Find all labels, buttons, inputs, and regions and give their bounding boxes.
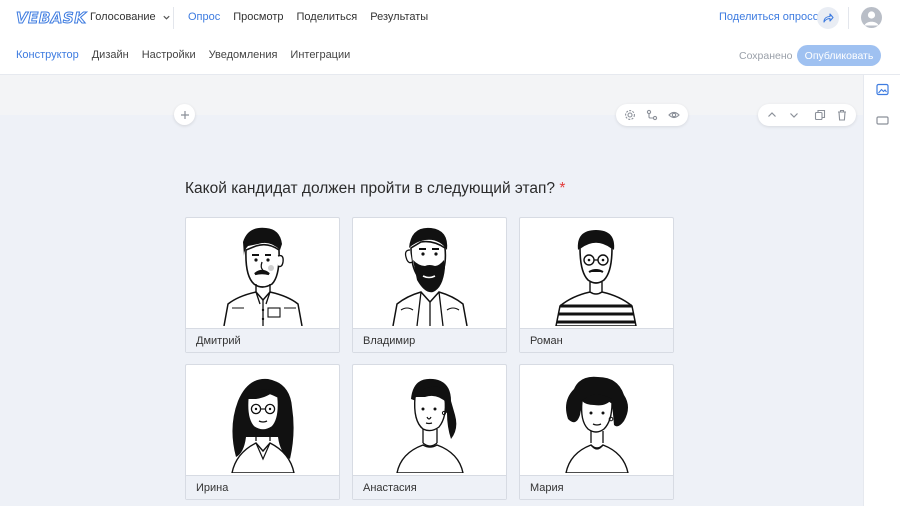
publish-button[interactable]: Опубликовать (797, 45, 881, 66)
question-tools (616, 104, 688, 126)
block-layout-icon[interactable] (876, 114, 889, 127)
option-label: Анастасия (353, 475, 506, 499)
required-mark: * (559, 180, 566, 197)
project-dropdown[interactable]: Голосование (90, 11, 171, 23)
bearded-man-illustration (377, 220, 483, 326)
share-arrow-icon (823, 13, 834, 23)
question-text: Какой кандидат должен пройти в следующий… (185, 180, 556, 197)
user-avatar-icon[interactable] (861, 7, 882, 28)
woman-long-hair-glasses-illustration (210, 367, 316, 473)
logic-icon[interactable] (644, 107, 660, 123)
tab-settings[interactable]: Настройки (142, 49, 196, 61)
nav-tab-results[interactable]: Результаты (370, 11, 428, 23)
nav-tab-preview[interactable]: Просмотр (233, 11, 283, 23)
divider (173, 7, 174, 29)
duplicate-icon[interactable] (812, 107, 828, 123)
nav-tab-share[interactable]: Поделиться (297, 11, 358, 23)
share-survey-link[interactable]: Поделиться опросом (719, 11, 826, 23)
man-with-glasses-striped-shirt-illustration (544, 220, 650, 326)
woman-curly-hair-illustration (544, 367, 650, 473)
page-header-band (0, 75, 863, 115)
tab-constructor[interactable]: Конструктор (16, 49, 79, 61)
tab-notifications[interactable]: Уведомления (209, 49, 278, 61)
option-card[interactable]: Ирина (185, 364, 340, 500)
option-card[interactable]: Роман (519, 217, 674, 353)
chevron-up-icon[interactable] (764, 107, 780, 123)
option-card[interactable]: Дмитрий (185, 217, 340, 353)
saved-status: Сохранено (739, 50, 793, 62)
gear-icon[interactable] (622, 107, 638, 123)
block-tools (758, 104, 856, 126)
chevron-down-icon[interactable] (786, 107, 802, 123)
top-bar: VEBASK Голосование Опрос Просмотр Подели… (0, 0, 900, 36)
right-rail (863, 75, 900, 506)
divider (848, 7, 849, 29)
option-card[interactable]: Анастасия (352, 364, 507, 500)
chevron-down-icon (163, 15, 170, 20)
option-card[interactable]: Мария (519, 364, 674, 500)
app-logo[interactable]: VEBASK (15, 9, 86, 28)
trash-icon[interactable] (834, 107, 850, 123)
man-with-mustache-illustration (210, 220, 316, 326)
image-settings-icon[interactable] (876, 83, 889, 96)
editor-toolbar: Конструктор Дизайн Настройки Уведомления… (0, 36, 900, 75)
project-name: Голосование (90, 11, 156, 23)
plus-icon (180, 110, 189, 119)
main-nav: Опрос Просмотр Поделиться Результаты (188, 11, 428, 23)
option-label: Дмитрий (186, 328, 339, 352)
option-label: Владимир (353, 328, 506, 352)
nav-tab-survey[interactable]: Опрос (188, 11, 220, 23)
woman-ponytail-illustration (377, 367, 483, 473)
eye-icon[interactable] (666, 107, 682, 123)
option-card[interactable]: Владимир (352, 217, 507, 353)
option-label: Мария (520, 475, 673, 499)
add-question-button[interactable] (174, 104, 195, 125)
question-title[interactable]: Какой кандидат должен пройти в следующий… (185, 180, 565, 198)
option-label: Ирина (186, 475, 339, 499)
option-label: Роман (520, 328, 673, 352)
share-button[interactable] (817, 7, 839, 29)
tab-integrations[interactable]: Интеграции (290, 49, 350, 61)
tab-design[interactable]: Дизайн (92, 49, 129, 61)
editor-tabs: Конструктор Дизайн Настройки Уведомления… (16, 49, 350, 61)
